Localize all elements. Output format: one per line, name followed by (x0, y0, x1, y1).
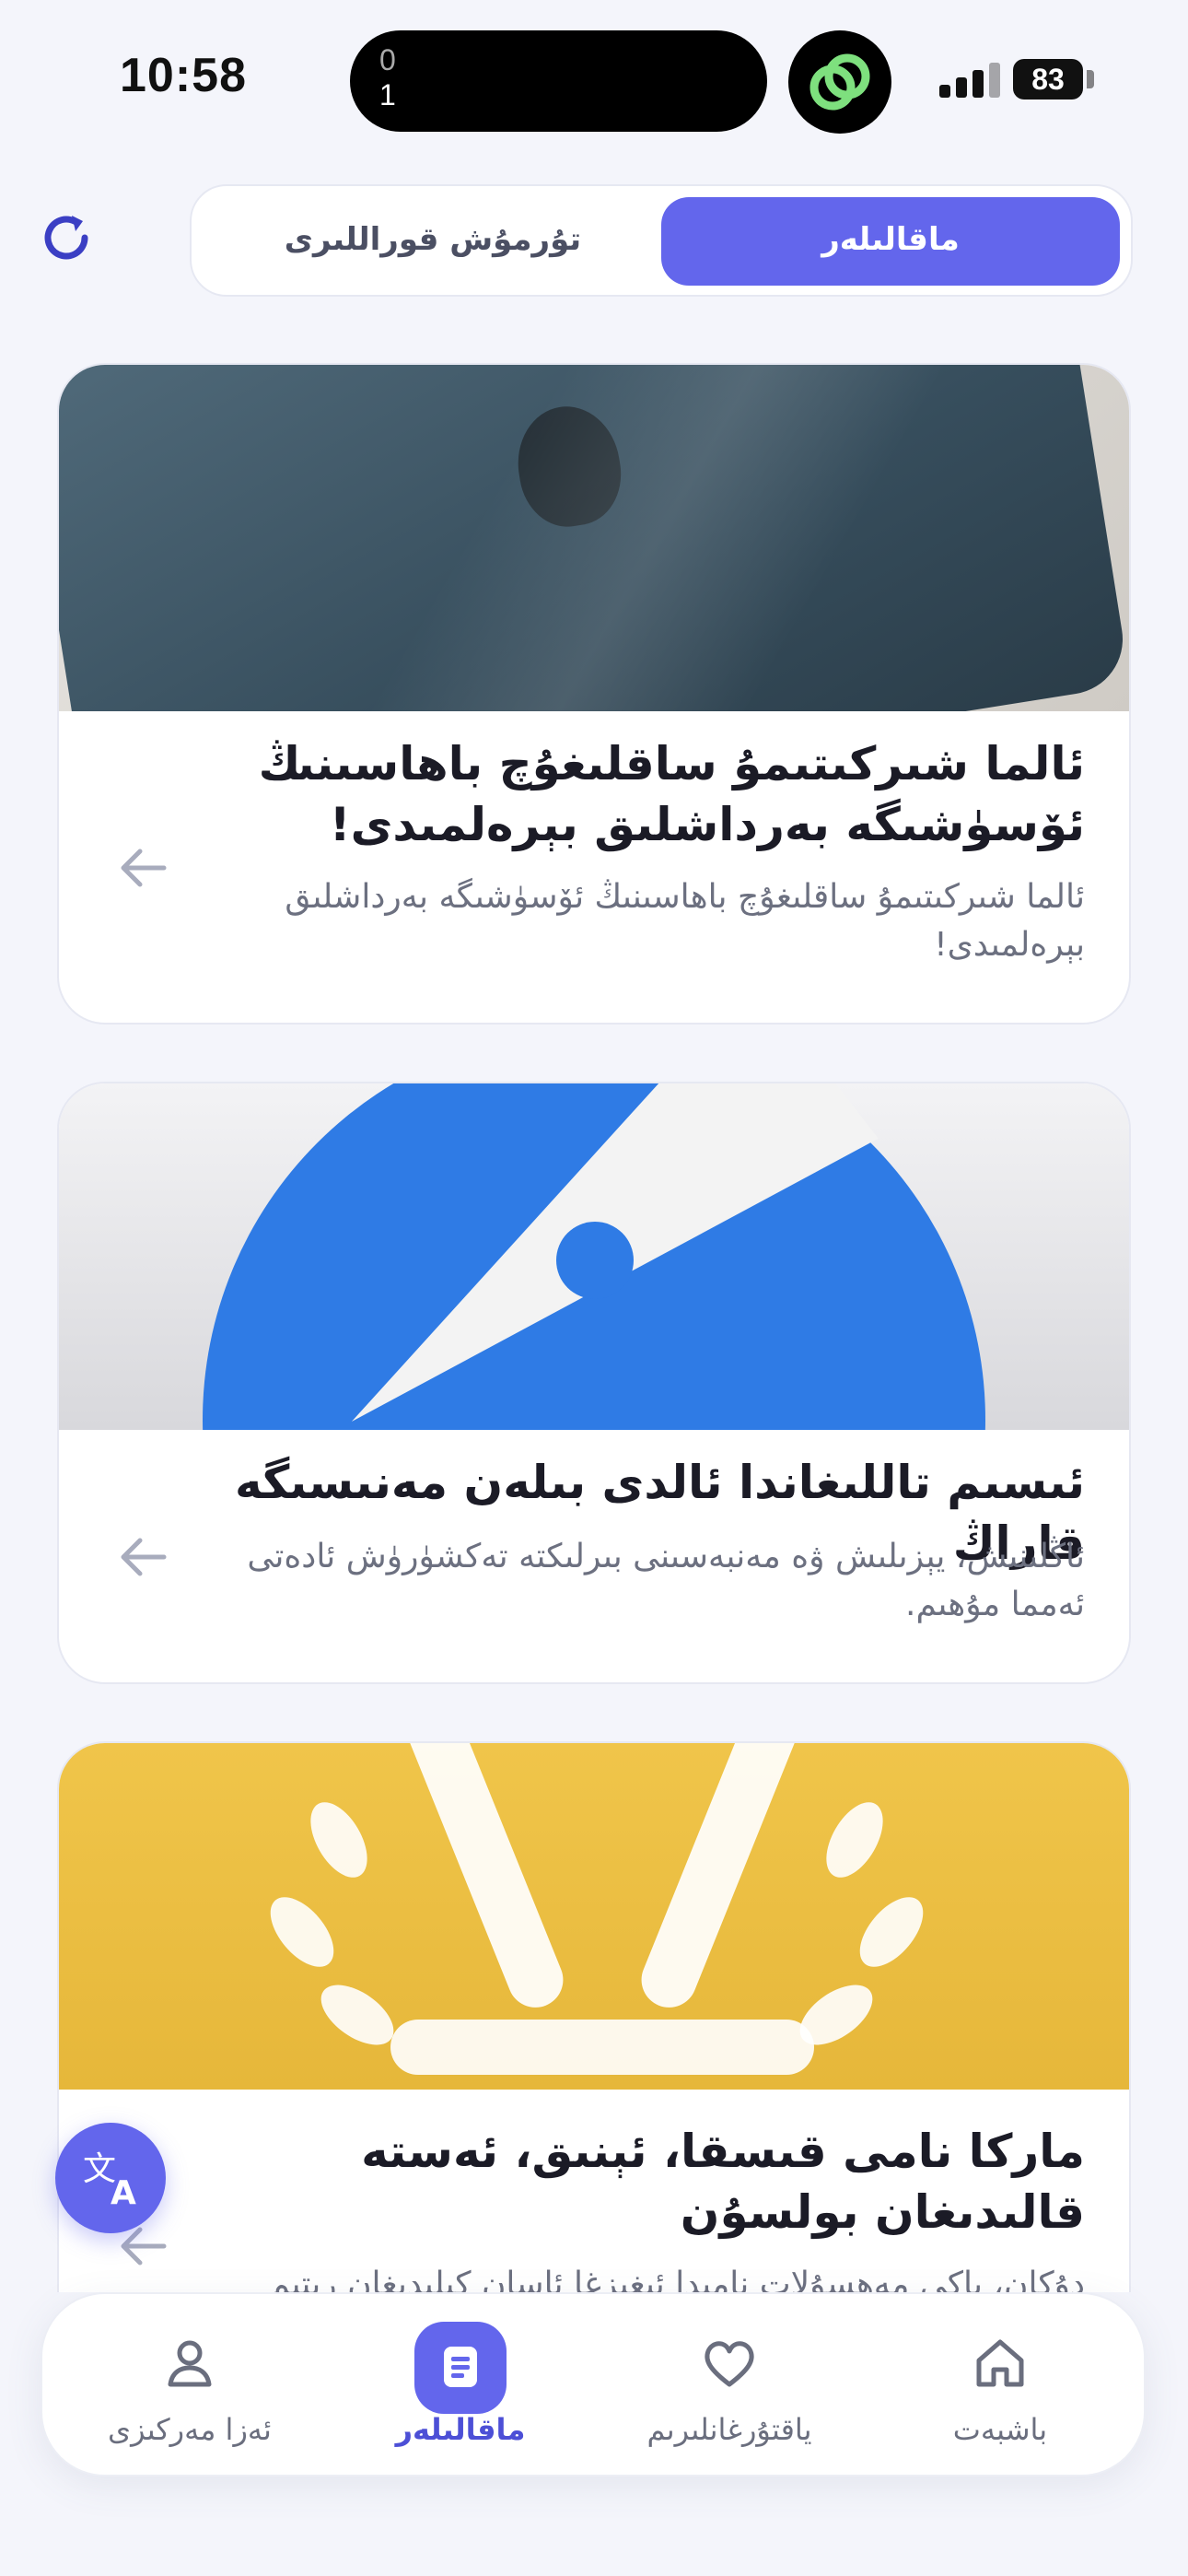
nav-item-member-center[interactable]: ئەزا مەركىزى (70, 2294, 309, 2478)
home-icon (968, 2331, 1032, 2395)
bottom-navigation: باشبەت ياقتۇرغانلىرىم ماقالىلەر ئەزا مەر… (41, 2292, 1146, 2476)
article-card[interactable]: ئالما شىركىتىمۇ ساقلىغۇچ باھاسىنىڭ ئۆسۈش… (57, 363, 1131, 1025)
nav-label-articles: ماقالىلەر (395, 2412, 526, 2447)
nav-label-home: باشبەت (952, 2412, 1048, 2447)
article-summary: ئالما شىركىتىمۇ ساقلىغۇچ باھاسىنىڭ ئۆسۈش… (285, 878, 1085, 964)
article-title: ماركا نامى قىسقا، ئېنىق، ئەستە قالىدىغان… (361, 2125, 1085, 2239)
translate-button[interactable]: 文 A (55, 2123, 166, 2233)
user-icon (157, 2331, 222, 2395)
nav-item-favorites[interactable]: ياقتۇرغانلىرىم (610, 2294, 849, 2478)
nav-item-home[interactable]: باشبەت (880, 2294, 1120, 2478)
article-card[interactable]: ئىسىم تاللىغاندا ئالدى بىلەن مەنىسىگە قا… (57, 1082, 1131, 1684)
document-icon (428, 2336, 493, 2400)
article-summary: دۇكان، ياكى مەھسۇلات نامىدا ئېغىزغا ئاسا… (269, 2266, 1085, 2292)
translate-icon: 文 A (83, 2150, 136, 2212)
arrow-left-icon[interactable] (114, 1528, 173, 1587)
article-card[interactable]: ماركا نامى قىسقا، ئېنىق، ئەستە قالىدىغان… (57, 1741, 1131, 2292)
article-title: ئالما شىركىتىمۇ ساقلىغۇچ باھاسىنىڭ ئۆسۈش… (258, 737, 1085, 851)
svg-text:A: A (111, 2174, 136, 2212)
article-summary: ئاڭلىنىش، يېزىلىش ۋە مەنبەسىنى بىرلىكتە … (247, 1538, 1085, 1623)
arrow-left-icon[interactable] (114, 838, 173, 897)
nav-item-articles[interactable]: ماقالىلەر (341, 2294, 580, 2478)
nav-label-favorites: ياقتۇرغانلىرىم (646, 2412, 812, 2447)
article-image (59, 1083, 1129, 1430)
nav-label-member-center: ئەزا مەركىزى (108, 2412, 272, 2447)
article-image (59, 365, 1129, 711)
article-feed[interactable]: ئالما شىركىتىمۇ ساقلىغۇچ باھاسىنىڭ ئۆسۈش… (0, 0, 1188, 2292)
article-image (59, 1743, 1129, 2090)
heart-icon (697, 2331, 762, 2395)
